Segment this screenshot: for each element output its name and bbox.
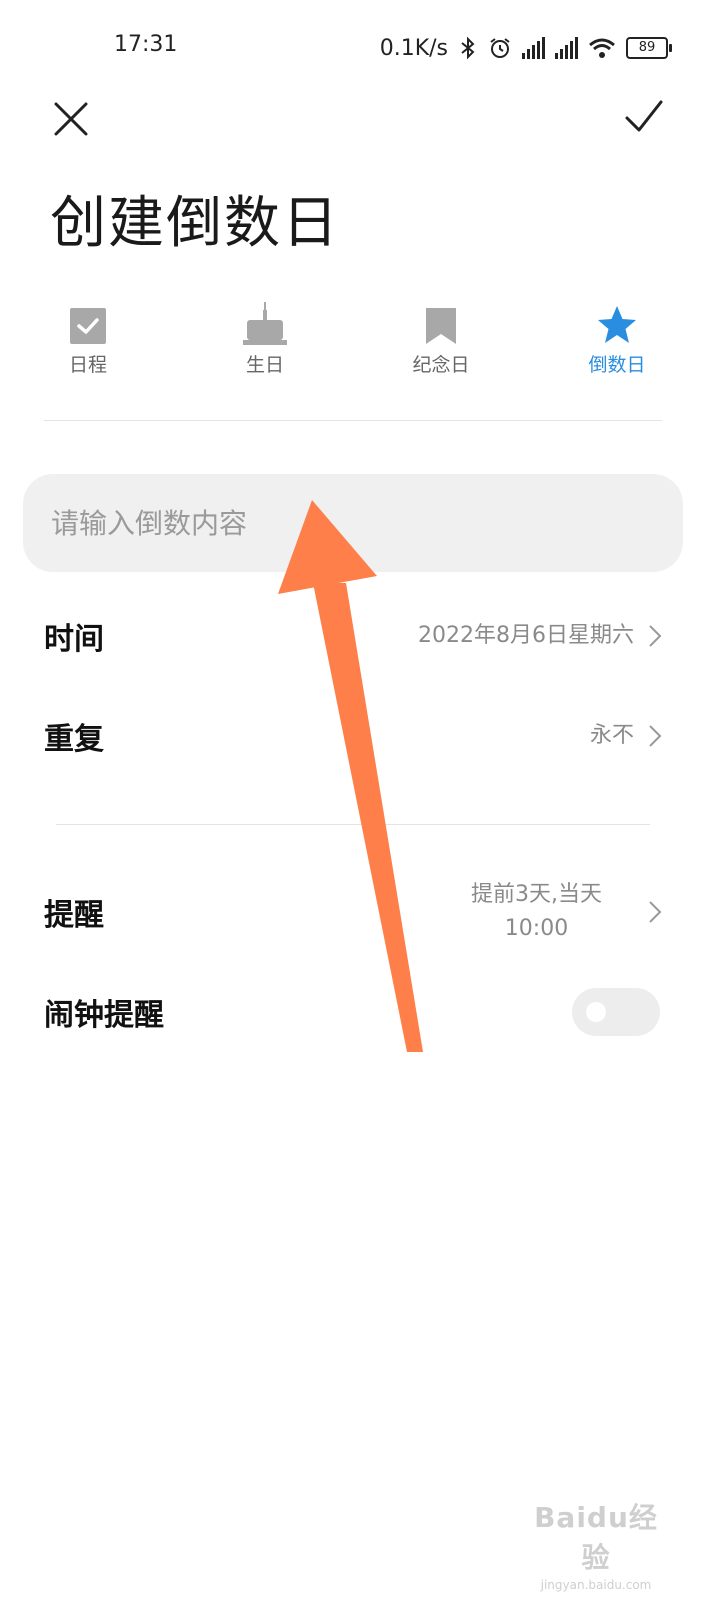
net-speed: 0.1K/s (379, 35, 448, 61)
page-title: 创建倒数日 (50, 191, 340, 256)
cake-icon (243, 302, 287, 345)
status-bar: 17:31 0.1K/s 89 (0, 0, 720, 96)
time-label: 时间 (44, 622, 104, 657)
bluetooth-icon (461, 36, 475, 60)
event-type-tabs: 日程 生日 纪念日 倒数日 (0, 298, 720, 388)
chevron-right-icon (649, 901, 662, 923)
tab-birthday[interactable]: 生日 (205, 298, 325, 377)
bookmark-icon (426, 308, 456, 344)
tab-schedule[interactable]: 日程 (28, 298, 148, 377)
watermark-logo: Baidu经验 (534, 1501, 658, 1574)
divider (56, 824, 650, 825)
divider (44, 420, 662, 421)
reminder-value-line2: 10:00 (504, 916, 569, 941)
star-icon (598, 306, 636, 343)
watermark-url: jingyan.baidu.com (540, 1578, 652, 1592)
status-icons: 0.1K/s 89 (379, 32, 672, 64)
wifi-icon (589, 38, 615, 58)
repeat-value: 永不 (589, 723, 634, 748)
time-row[interactable]: 时间 2022年8月6日星期六 (44, 596, 662, 676)
tab-label: 生日 (245, 354, 284, 376)
alarm-label: 闹钟提醒 (44, 998, 164, 1033)
tab-label: 纪念日 (412, 354, 470, 376)
repeat-label: 重复 (44, 722, 104, 757)
close-icon[interactable] (52, 100, 90, 138)
battery-level: 89 (638, 40, 656, 55)
alarm-icon (490, 38, 510, 58)
reminder-row[interactable]: 提醒 提前3天,当天 10:00 (44, 872, 662, 952)
tab-countdown[interactable]: 倒数日 (557, 298, 677, 377)
reminder-value-line1: 提前3天,当天 (471, 882, 602, 907)
countdown-content-input[interactable] (23, 474, 683, 572)
reminder-label: 提醒 (44, 898, 104, 933)
status-time: 17:31 (114, 32, 178, 57)
checkbox-icon (70, 308, 106, 344)
reminder-value: 提前3天,当天 10:00 (471, 878, 602, 946)
toggle-knob (586, 1002, 606, 1022)
repeat-row[interactable]: 重复 永不 (44, 696, 662, 776)
chevron-right-icon (649, 625, 662, 647)
watermark: Baidu经验 jingyan.baidu.com (526, 1496, 666, 1592)
alarm-toggle[interactable] (572, 988, 660, 1036)
signal-hd-icon (555, 37, 578, 59)
tab-label: 日程 (68, 354, 107, 376)
check-icon[interactable] (624, 98, 664, 138)
tab-label: 倒数日 (588, 354, 646, 376)
time-value: 2022年8月6日星期六 (418, 623, 634, 648)
tab-anniversary[interactable]: 纪念日 (381, 298, 501, 377)
alarm-row: 闹钟提醒 (44, 972, 662, 1052)
battery-icon: 89 (626, 37, 672, 59)
chevron-right-icon (649, 725, 662, 747)
signal-hd-icon (522, 37, 545, 59)
